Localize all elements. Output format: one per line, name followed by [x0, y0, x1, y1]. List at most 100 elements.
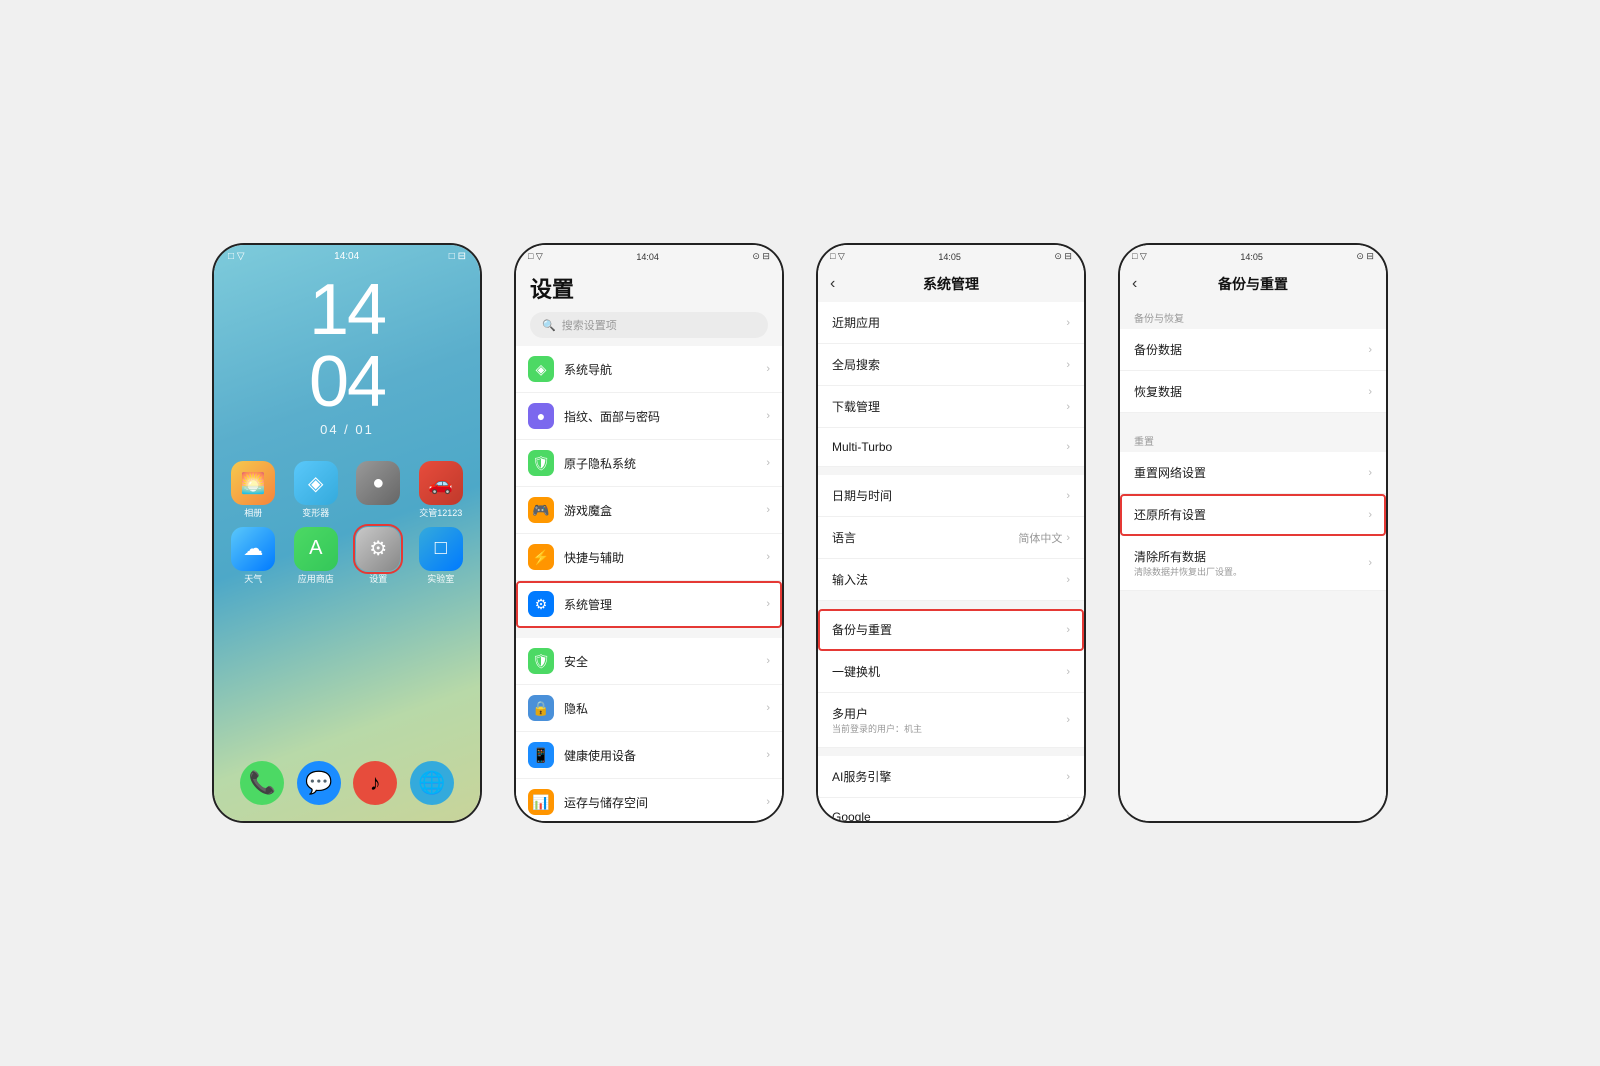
home-clock: 1404 [214, 274, 480, 418]
sysmgr-icon: ⚙ [528, 591, 554, 617]
settings-item-priv[interactable]: 🔒 隐私 › [516, 685, 782, 732]
app-appstore[interactable]: A 应用商店 [289, 527, 344, 585]
nav-label: 系统导航 [564, 361, 766, 378]
settings-item-fingerprint[interactable]: ● 指纹、面部与密码 › [516, 393, 782, 440]
menu-google[interactable]: Google › [818, 798, 1084, 821]
sysmgr-chevron: › [766, 598, 770, 610]
backup-back-button[interactable]: ‹ [1132, 275, 1137, 293]
p3-status-left: □ ▽ [830, 251, 845, 262]
home-dock: 📞 💬 ♪ 🌐 [214, 761, 480, 805]
backup-list: 备份与恢复 备份数据 › 恢复数据 › 重置 重置网络设置 › 还原所有设置 › [1120, 302, 1386, 821]
settings-search-bar[interactable]: 🔍 搜索设置项 [530, 312, 768, 338]
menu-backup-reset[interactable]: 备份与重置 › [818, 609, 1084, 651]
privacy-chevron: › [766, 457, 770, 469]
security-label: 安全 [564, 653, 766, 670]
menu-one-key-switch[interactable]: 一键换机 › [818, 651, 1084, 693]
privacy-label: 原子隐私系统 [564, 455, 766, 472]
app-transformer[interactable]: ◈ 变形器 [289, 461, 344, 519]
security-icon: 🛡 [528, 648, 554, 674]
settings-section-1: ◈ 系统导航 › ● 指纹、面部与密码 › 🛡 原子隐私系统 › 🎮 游戏魔盒 [516, 346, 782, 628]
p4-status-time: 14:05 [1240, 252, 1263, 262]
settings-item-storage[interactable]: 📊 运存与储存空间 › [516, 779, 782, 821]
menu-ai-service[interactable]: AI服务引擎 › [818, 756, 1084, 798]
priv-label: 隐私 [564, 700, 766, 717]
backup-title: 备份与重置 [1218, 274, 1288, 294]
health-chevron: › [766, 749, 770, 761]
menu-multi-user[interactable]: 多用户 当前登录的用户：机主 › [818, 693, 1084, 748]
p2-status-right: ⊙ ⊟ [752, 251, 770, 262]
reset-section-label: 重置 [1120, 425, 1386, 452]
p4-status-right: ⊙ ⊟ [1356, 251, 1374, 262]
settings-item-nav[interactable]: ◈ 系统导航 › [516, 346, 782, 393]
settings-status-bar: □ ▽ 14:04 ⊙ ⊟ [516, 245, 782, 266]
search-placeholder: 搜索设置项 [562, 317, 617, 333]
backup-section-label: 备份与恢复 [1120, 302, 1386, 329]
settings-main-title: 设置 [530, 272, 768, 304]
fingerprint-icon: ● [528, 403, 554, 429]
home-time-display: 1404 04 / 01 [214, 274, 480, 437]
app-jiaoguan[interactable]: 🚗 交管12123 [414, 461, 469, 519]
settings-section-2: 🛡 安全 › 🔒 隐私 › 📱 健康使用设备 › 📊 运存与储存空间 [516, 638, 782, 821]
menu-restore-all-settings[interactable]: 还原所有设置 › [1120, 494, 1386, 536]
gamebox-icon: 🎮 [528, 497, 554, 523]
back-button[interactable]: ‹ [830, 275, 835, 293]
dock-phone[interactable]: 📞 [240, 761, 284, 805]
menu-input-method[interactable]: 输入法 › [818, 559, 1084, 601]
settings-list: ◈ 系统导航 › ● 指纹、面部与密码 › 🛡 原子隐私系统 › 🎮 游戏魔盒 [516, 346, 782, 821]
menu-recent-apps[interactable]: 近期应用 › [818, 302, 1084, 344]
p3-status-right: ⊙ ⊟ [1054, 251, 1072, 262]
status-right: □ ⊟ [449, 251, 466, 262]
p2-status-left: □ ▽ [528, 251, 543, 262]
p3-status-bar: □ ▽ 14:05 ⊙ ⊟ [818, 245, 1084, 266]
settings-item-privacy[interactable]: 🛡 原子隐私系统 › [516, 440, 782, 487]
home-screen: □ ▽ 14:04 □ ⊟ 1404 04 / 01 🌅 相册 ◈ 变形器 ● [214, 245, 480, 821]
menu-language[interactable]: 语言 简体中文 › [818, 517, 1084, 559]
nav-chevron: › [766, 363, 770, 375]
search-icon: 🔍 [542, 319, 556, 332]
app-lab[interactable]: □ 实验室 [414, 527, 469, 585]
phone-3-frame: □ ▽ 14:05 ⊙ ⊟ ‹ 系统管理 近期应用 › 全局搜索 › 下载管理 … [816, 243, 1086, 823]
app-unknown[interactable]: ● [351, 461, 406, 519]
storage-label: 运存与储存空间 [564, 794, 766, 811]
settings-item-shortcut[interactable]: ⚡ 快捷与辅助 › [516, 534, 782, 581]
privacy-icon: 🛡 [528, 450, 554, 476]
menu-restore-data[interactable]: 恢复数据 › [1120, 371, 1386, 413]
phone-2-frame: □ ▽ 14:04 ⊙ ⊟ 设置 🔍 搜索设置项 ◈ 系统导航 › ● 指纹、面… [514, 243, 784, 823]
app-settings[interactable]: ⚙ 设置 [351, 527, 406, 585]
dock-music[interactable]: ♪ [353, 761, 397, 805]
menu-download-mgr[interactable]: 下载管理 › [818, 386, 1084, 428]
menu-reset-network[interactable]: 重置网络设置 › [1120, 452, 1386, 494]
dock-browser[interactable]: 🌐 [410, 761, 454, 805]
gamebox-chevron: › [766, 504, 770, 516]
menu-multi-turbo[interactable]: Multi-Turbo › [818, 428, 1084, 467]
security-chevron: › [766, 655, 770, 667]
app-album[interactable]: 🌅 相册 [226, 461, 281, 519]
menu-datetime[interactable]: 日期与时间 › [818, 475, 1084, 517]
home-date: 04 / 01 [214, 422, 480, 437]
priv-chevron: › [766, 702, 770, 714]
p4-status-bar: □ ▽ 14:05 ⊙ ⊟ [1120, 245, 1386, 266]
health-icon: 📱 [528, 742, 554, 768]
sysmgr-list: 近期应用 › 全局搜索 › 下载管理 › Multi-Turbo › 日期与时间… [818, 302, 1084, 821]
settings-item-gamebox[interactable]: 🎮 游戏魔盒 › [516, 487, 782, 534]
menu-clear-all-data[interactable]: 清除所有数据 清除数据并恢复出厂设置。 › [1120, 536, 1386, 591]
phone-4-frame: □ ▽ 14:05 ⊙ ⊟ ‹ 备份与重置 备份与恢复 备份数据 › 恢复数据 … [1118, 243, 1388, 823]
p3-status-time: 14:05 [938, 252, 961, 262]
settings-screen: □ ▽ 14:04 ⊙ ⊟ 设置 🔍 搜索设置项 ◈ 系统导航 › ● 指纹、面… [516, 245, 782, 821]
settings-item-health[interactable]: 📱 健康使用设备 › [516, 732, 782, 779]
home-status-bar: □ ▽ 14:04 □ ⊟ [214, 245, 480, 264]
shortcut-label: 快捷与辅助 [564, 549, 766, 566]
backup-screen: □ ▽ 14:05 ⊙ ⊟ ‹ 备份与重置 备份与恢复 备份数据 › 恢复数据 … [1120, 245, 1386, 821]
menu-backup-data[interactable]: 备份数据 › [1120, 329, 1386, 371]
dock-message[interactable]: 💬 [297, 761, 341, 805]
health-label: 健康使用设备 [564, 747, 766, 764]
priv-icon: 🔒 [528, 695, 554, 721]
settings-item-security[interactable]: 🛡 安全 › [516, 638, 782, 685]
status-time: 14:04 [334, 251, 359, 262]
app-weather[interactable]: ☁ 天气 [226, 527, 281, 585]
nav-icon: ◈ [528, 356, 554, 382]
settings-header: 设置 🔍 搜索设置项 [516, 266, 782, 346]
sysmgr-label: 系统管理 [564, 596, 766, 613]
settings-item-sysmgr[interactable]: ⚙ 系统管理 › [516, 581, 782, 628]
menu-global-search[interactable]: 全局搜索 › [818, 344, 1084, 386]
